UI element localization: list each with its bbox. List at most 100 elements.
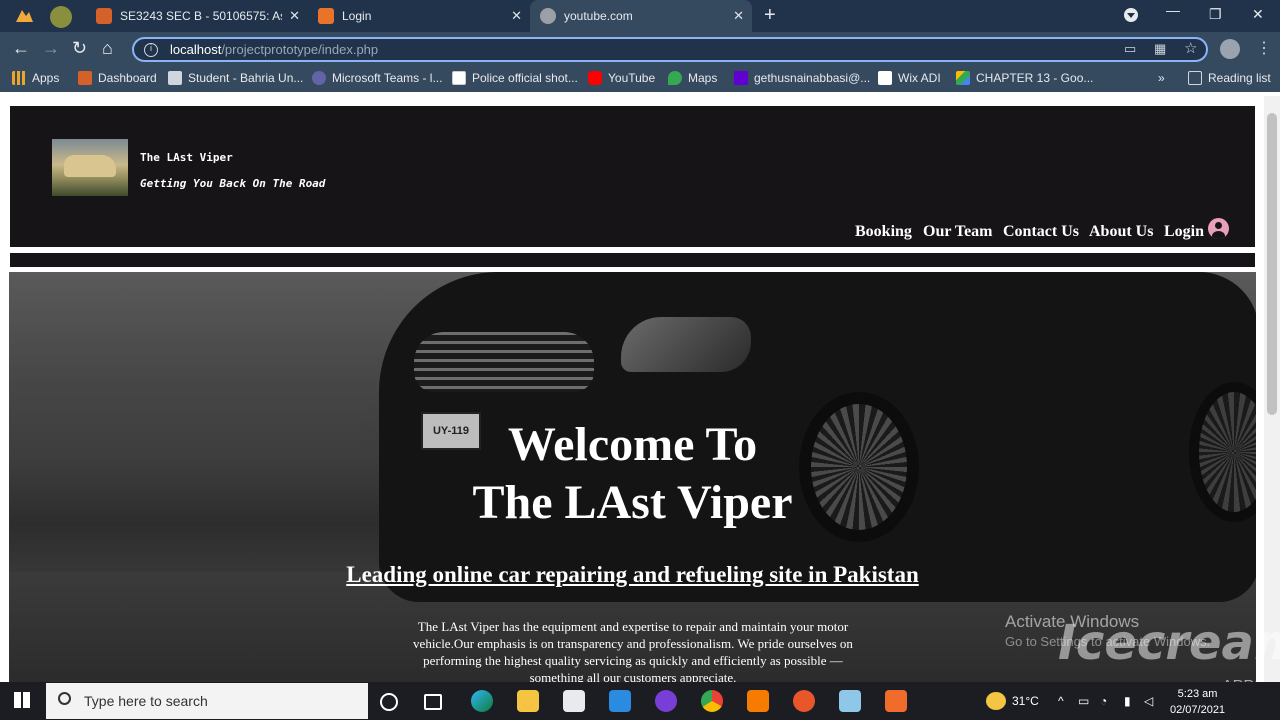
microphone-icon[interactable]: ▮	[1124, 694, 1131, 708]
taskbar-clock[interactable]: 5:23 am 02/07/2021	[1170, 686, 1225, 718]
battery-icon[interactable]: ▭	[1078, 694, 1089, 708]
globe-icon	[540, 8, 556, 24]
tab-search-icon[interactable]	[1124, 8, 1138, 25]
task-view-icon[interactable]	[424, 694, 442, 710]
close-tab-icon[interactable]: ✕	[289, 8, 300, 24]
more-bookmarks-label: »	[1158, 71, 1165, 85]
header-divider	[10, 247, 1255, 250]
reading-list-label: Reading list	[1208, 71, 1271, 85]
nav-contact-us[interactable]: Contact Us	[1003, 223, 1079, 241]
bookmark-wix[interactable]: Wix ADI	[878, 71, 941, 85]
site-tagline: Getting You Back On The Road	[140, 177, 326, 190]
bookmark-apps[interactable]: Apps	[12, 71, 59, 85]
clock-time: 5:23 am	[1177, 688, 1218, 700]
address-bar[interactable]: i localhost/projectprototype/index.php	[132, 37, 1208, 62]
bookmark-label: Microsoft Teams - l...	[332, 71, 443, 85]
pinned-tab-2[interactable]	[50, 6, 74, 28]
url-path: /projectprototype/index.php	[221, 42, 379, 57]
icecream-watermark: Icecream	[1058, 615, 1280, 671]
tab-assignment[interactable]: SE3243 SEC B - 50106575: Assign ✕	[86, 0, 308, 32]
menu-kebab-icon[interactable]: ⋮	[1256, 38, 1272, 58]
bookmark-label: Wix ADI	[898, 71, 941, 85]
maps-pin-icon	[668, 71, 682, 85]
tab-login[interactable]: Login ✕	[308, 0, 530, 32]
bookmark-chapter13[interactable]: CHAPTER 13 - Goo...	[956, 71, 1093, 85]
tray-chevron-icon[interactable]: ^	[1058, 694, 1064, 708]
sublime-icon[interactable]	[747, 690, 769, 712]
chrome-icon[interactable]	[701, 690, 723, 712]
hero-title-line-1: Welcome To	[507, 418, 758, 471]
hero-title: Welcome To The LAst Viper	[9, 416, 1256, 532]
web-page: The LAst Viper Getting You Back On The R…	[0, 96, 1264, 682]
tab-label: youtube.com	[564, 9, 633, 23]
bookmark-label: Maps	[688, 71, 718, 85]
mail-icon[interactable]	[609, 690, 631, 712]
back-button[interactable]: ←	[12, 38, 30, 58]
hero-subtitle: Leading online car repairing and refueli…	[346, 562, 919, 587]
hero-title-line-2: The LAst Viper	[472, 476, 793, 529]
bookmark-dashboard[interactable]: Dashboard	[78, 71, 157, 85]
maximize-button[interactable]: ❐	[1209, 6, 1222, 23]
bookmark-label: Student - Bahria Un...	[188, 71, 304, 85]
clock-date: 02/07/2021	[1170, 704, 1226, 716]
cortana-icon[interactable]	[380, 693, 398, 711]
xampp-icon[interactable]	[885, 690, 907, 712]
windows-start-icon[interactable]	[14, 692, 30, 708]
bookmark-label: gethusnainabbasi@...	[754, 71, 871, 85]
new-tab-button[interactable]: +	[764, 5, 776, 25]
cast-icon[interactable]: ▭	[1124, 41, 1136, 57]
profile-avatar[interactable]	[1220, 39, 1240, 59]
wifi-icon[interactable]: ◔	[1100, 694, 1107, 708]
bookmark-label: CHAPTER 13 - Goo...	[976, 71, 1094, 85]
opera-icon[interactable]	[655, 690, 677, 712]
more-bookmarks-button[interactable]: »	[1158, 71, 1165, 85]
site-logo[interactable]	[52, 139, 128, 196]
nav-our-team[interactable]: Our Team	[923, 223, 993, 241]
user-avatar-icon[interactable]	[1208, 218, 1229, 239]
postman-icon[interactable]	[793, 690, 815, 712]
bookmark-maps[interactable]: Maps	[668, 71, 717, 85]
search-placeholder: Type here to search	[84, 693, 208, 709]
file-explorer-icon[interactable]	[517, 690, 539, 712]
site-info-icon[interactable]: i	[144, 42, 158, 57]
volume-icon[interactable]: ◁	[1144, 694, 1153, 708]
nav-about-us[interactable]: About Us	[1089, 223, 1153, 241]
car-headlamp	[621, 317, 751, 372]
close-window-button[interactable]: ✕	[1252, 6, 1264, 23]
drive-icon	[956, 71, 970, 85]
nav-booking[interactable]: Booking	[855, 223, 912, 241]
bookmark-star-icon[interactable]: ☆	[1184, 39, 1197, 57]
nav-login[interactable]: Login	[1164, 223, 1204, 241]
qr-code-icon[interactable]: ▦	[1154, 41, 1166, 57]
reload-button[interactable]: ↻	[72, 38, 87, 58]
bookmark-police[interactable]: Police official shot...	[452, 71, 578, 85]
wix-icon	[878, 71, 892, 85]
bookmark-label: Police official shot...	[472, 71, 578, 85]
mountain-icon	[16, 10, 33, 22]
minimize-button[interactable]: —	[1166, 2, 1180, 18]
bookmark-student[interactable]: Student - Bahria Un...	[168, 71, 303, 85]
bahria-icon	[168, 71, 182, 85]
store-icon[interactable]	[563, 690, 585, 712]
search-icon	[58, 692, 71, 705]
edge-icon[interactable]	[471, 690, 493, 712]
mail-icon	[734, 71, 748, 85]
notepad-icon[interactable]	[839, 690, 861, 712]
header-strip	[10, 253, 1255, 267]
pinned-tab-1[interactable]	[14, 6, 38, 26]
scrollbar-thumb[interactable]	[1267, 113, 1277, 415]
bookmark-youtube[interactable]: YouTube	[588, 71, 655, 85]
weather-icon[interactable]	[986, 692, 1006, 710]
reading-list-button[interactable]: Reading list	[1188, 71, 1271, 85]
drive-file-icon	[50, 6, 72, 28]
bookmark-teams[interactable]: Microsoft Teams - l...	[312, 71, 442, 85]
close-tab-icon[interactable]: ✕	[733, 8, 744, 24]
taskbar-search-box[interactable]: Type here to search	[46, 683, 368, 719]
forward-button[interactable]: →	[42, 38, 60, 58]
close-tab-icon[interactable]: ✕	[511, 8, 522, 24]
tab-youtube[interactable]: youtube.com ✕	[530, 0, 752, 32]
bookmark-label: YouTube	[608, 71, 656, 85]
home-button[interactable]: ⌂	[102, 38, 113, 58]
site-header: The LAst Viper Getting You Back On The R…	[10, 106, 1255, 250]
bookmark-yahoo-mail[interactable]: gethusnainabbasi@...	[734, 71, 870, 85]
